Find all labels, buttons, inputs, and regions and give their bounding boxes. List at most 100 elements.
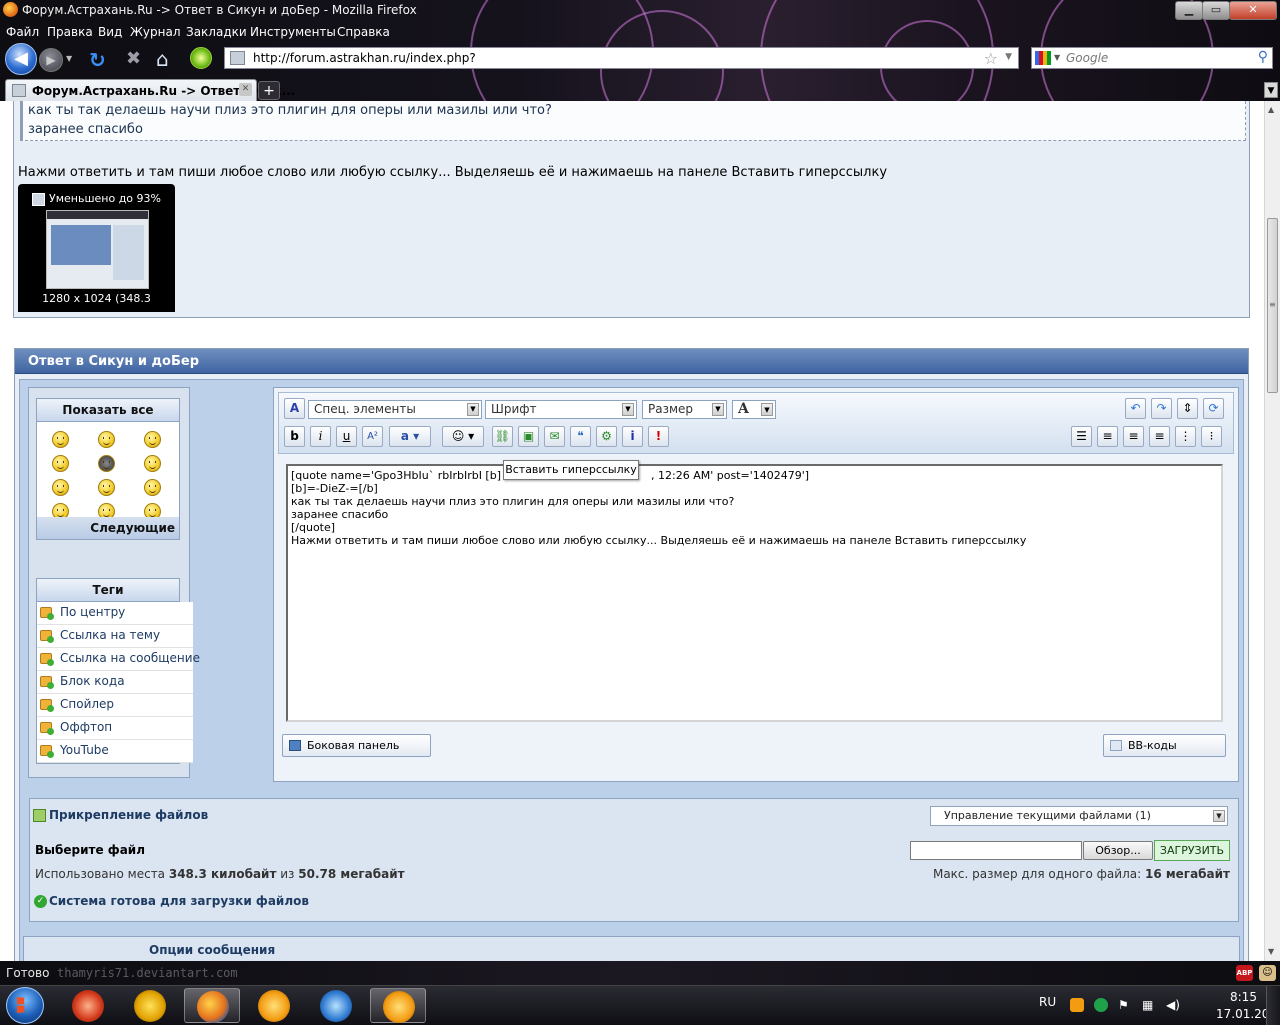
align-left-icon[interactable]: ≡ <box>1097 426 1118 447</box>
smiley-icon[interactable] <box>98 479 115 496</box>
smiley-icon[interactable] <box>52 455 69 472</box>
taskbar-app-daemon[interactable] <box>122 988 178 1023</box>
side-panel-button[interactable]: Боковая панель <box>282 734 431 757</box>
show-desktop-button[interactable] <box>1266 986 1280 1025</box>
taskbar-app-mail[interactable] <box>246 988 302 1023</box>
undo-icon[interactable]: ↶ <box>1125 398 1146 419</box>
history-dropdown-icon[interactable]: ▼ <box>66 54 72 63</box>
next-smilies-link[interactable]: Следующие <box>37 517 179 539</box>
warning-icon[interactable]: ! <box>648 426 669 447</box>
smiley-icon[interactable] <box>52 479 69 496</box>
vertical-scrollbar[interactable]: ▲ ≡ ▼ <box>1264 101 1280 961</box>
quote-icon[interactable]: ❝ <box>570 426 591 447</box>
smiley-icon[interactable] <box>98 431 115 448</box>
home-icon[interactable]: ⌂ <box>156 47 169 71</box>
tab-list-icon[interactable]: ▼ <box>1264 82 1278 98</box>
search-bar[interactable]: ▼ Google ⚲ <box>1031 47 1273 69</box>
tag-center[interactable]: По центру <box>37 602 193 625</box>
scroll-down-icon[interactable]: ▼ <box>1268 947 1274 956</box>
bold-button[interactable]: b <box>284 426 305 447</box>
upload-button[interactable]: ЗАГРУЗИТЬ <box>1154 840 1230 861</box>
smiley-icon[interactable] <box>98 455 115 472</box>
bookmark-star-icon[interactable]: ☆ <box>984 49 998 68</box>
reload-icon[interactable]: ↻ <box>89 48 106 72</box>
manage-files-select[interactable]: Управление текущими файлами (1) ▼ <box>930 806 1228 826</box>
special-elements-select[interactable]: Спец. элементы ▼ <box>308 400 482 419</box>
url-dropdown-icon[interactable]: ▼ <box>1005 52 1012 62</box>
engine-dropdown-icon[interactable]: ▼ <box>1054 53 1060 62</box>
smiley-icon[interactable] <box>144 431 161 448</box>
greasemonkey-icon[interactable]: ☺ <box>1259 965 1276 981</box>
menu-help[interactable]: Справка <box>337 25 390 39</box>
search-input[interactable]: Google <box>1066 51 1108 65</box>
remove-format-icon[interactable]: A <box>284 398 305 419</box>
tab-close-icon[interactable]: ✕ <box>239 83 252 96</box>
forward-button[interactable]: ▶ <box>39 48 63 72</box>
close-button[interactable]: ✕ <box>1229 1 1277 20</box>
back-button[interactable]: ◀ <box>5 43 37 75</box>
indent-icon[interactable]: ☰ <box>1071 426 1092 447</box>
switch-mode-icon[interactable]: ⟳ <box>1203 398 1224 419</box>
smiley-icon[interactable] <box>144 455 161 472</box>
align-right-icon[interactable]: ≡ <box>1149 426 1170 447</box>
attached-thumbnail[interactable]: Уменьшено до 93% 1280 x 1024 (348.3 <box>18 184 175 312</box>
numbered-list-icon[interactable]: ⋮ <box>1175 426 1196 447</box>
underline-button[interactable]: u <box>336 426 357 447</box>
text-color-select[interactable]: A ▼ <box>732 400 776 419</box>
clock-time[interactable]: 8:15 <box>1230 990 1257 1004</box>
start-button[interactable] <box>6 987 44 1024</box>
code-icon[interactable]: ⚙ <box>596 426 617 447</box>
addon-icon[interactable] <box>190 47 212 69</box>
maximize-button[interactable]: ▭ <box>1202 1 1230 20</box>
post-textarea[interactable]: [quote name='Gpo3HbIu` rbIrbIrbI [b], 12… <box>286 464 1223 722</box>
url-text[interactable]: http://forum.astrakhan.ru/index.php? <box>253 51 476 65</box>
italic-button[interactable]: i <box>310 426 331 447</box>
bbcode-button[interactable]: BB-коды <box>1103 734 1226 757</box>
tag-topic-link[interactable]: Ссылка на тему <box>37 625 193 648</box>
tag-code-block[interactable]: Блок кода <box>37 671 193 694</box>
tray-icq-icon[interactable] <box>1094 998 1108 1012</box>
browse-button[interactable]: Обзор... <box>1083 841 1153 860</box>
google-icon[interactable] <box>1035 51 1051 65</box>
search-icon[interactable]: ⚲ <box>1258 49 1268 65</box>
volume-icon[interactable]: ◀) <box>1166 998 1180 1012</box>
menu-file[interactable]: Файл <box>6 25 39 39</box>
size-select[interactable]: Размер ▼ <box>642 400 727 419</box>
taskbar-app-butterfly[interactable] <box>308 988 364 1023</box>
thumbnail-image[interactable] <box>46 210 149 289</box>
flag-icon[interactable]: ⚑ <box>1118 998 1132 1012</box>
align-center-icon[interactable]: ≡ <box>1123 426 1144 447</box>
adblock-icon[interactable]: ABP <box>1236 965 1253 981</box>
resize-icon[interactable]: ⇕ <box>1177 398 1198 419</box>
show-all-smilies-link[interactable]: Показать все <box>37 399 179 422</box>
redo-icon[interactable]: ↷ <box>1151 398 1172 419</box>
info-icon[interactable]: i <box>622 426 643 447</box>
menu-tools[interactable]: Инструменты <box>250 25 336 39</box>
file-input[interactable] <box>910 841 1082 860</box>
tab-forum[interactable]: Форум.Астрахань.Ru -> Ответ в Сик... ✕ <box>5 79 295 101</box>
minimize-button[interactable]: ▁ <box>1175 1 1203 20</box>
tag-post-link[interactable]: Ссылка на сообщение <box>37 648 200 671</box>
font-style-dropdown[interactable]: a ▾ <box>389 426 431 447</box>
insert-email-icon[interactable]: ✉ <box>544 426 565 447</box>
network-icon[interactable]: ▦ <box>1142 998 1156 1012</box>
new-tab-button[interactable]: + <box>258 81 280 100</box>
smiley-icon[interactable] <box>52 431 69 448</box>
tag-youtube[interactable]: YouTube <box>37 740 193 763</box>
taskbar-app-mail-2[interactable] <box>370 988 426 1023</box>
menu-bookmarks[interactable]: Закладки <box>186 25 247 39</box>
url-bar[interactable]: http://forum.astrakhan.ru/index.php? ☆ ▼ <box>224 47 1019 69</box>
menu-history[interactable]: Журнал <box>130 25 181 39</box>
font-select[interactable]: Шрифт ▼ <box>485 400 637 419</box>
taskbar-app-firefox[interactable] <box>184 988 240 1023</box>
superscript-icon[interactable]: A² <box>362 426 383 447</box>
stop-icon[interactable]: ✖ <box>126 48 141 69</box>
tag-spoiler[interactable]: Спойлер <box>37 694 193 717</box>
insert-image-icon[interactable]: ▣ <box>518 426 539 447</box>
menu-edit[interactable]: Правка <box>47 25 93 39</box>
menu-view[interactable]: Вид <box>98 25 122 39</box>
taskbar-app-ccleaner[interactable] <box>60 988 116 1023</box>
smiley-icon[interactable] <box>144 479 161 496</box>
emoticon-dropdown[interactable]: ☺ ▾ <box>442 426 484 447</box>
scroll-up-icon[interactable]: ▲ <box>1268 105 1274 114</box>
